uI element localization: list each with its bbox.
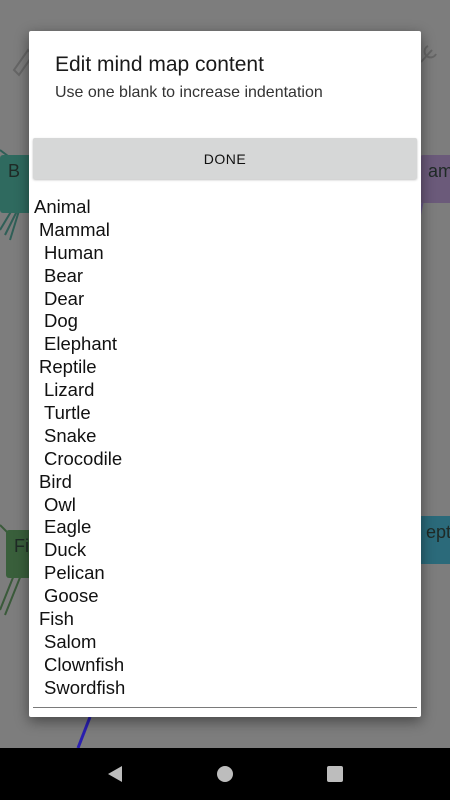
editor-line: Fish bbox=[39, 608, 74, 630]
editor-line: Bear bbox=[44, 264, 84, 286]
back-triangle-icon bbox=[108, 766, 122, 782]
recents-square-icon bbox=[327, 766, 343, 782]
editor-line: Bird bbox=[39, 470, 72, 492]
editor-line: Human bbox=[44, 241, 104, 263]
editor-line: Turtle bbox=[44, 402, 91, 424]
mind-map-node-mammal: amm bbox=[420, 155, 450, 203]
editor-line: Goose bbox=[44, 585, 99, 607]
editor-line: Pelican bbox=[44, 562, 105, 584]
mind-map-node-reptile: eptil bbox=[418, 516, 450, 564]
dialog-subtitle: Use one blank to increase indentation bbox=[55, 84, 323, 101]
editor-line: Clownfish bbox=[44, 653, 125, 675]
editor-line: Lizard bbox=[44, 379, 95, 401]
edit-content-dialog: Edit mind map content Use one blank to i… bbox=[29, 31, 421, 717]
editor-line: Dog bbox=[44, 310, 78, 332]
editor-line: Owl bbox=[44, 493, 76, 515]
navigation-bar bbox=[0, 748, 450, 800]
editor-line: Crocodile bbox=[44, 447, 123, 469]
dialog-title: Edit mind map content bbox=[55, 53, 264, 76]
editor-line: Swordfish bbox=[44, 676, 126, 698]
editor-line: Reptile bbox=[39, 356, 97, 378]
done-button[interactable]: DONE bbox=[33, 138, 417, 179]
back-button[interactable] bbox=[95, 754, 135, 794]
editor-line: Snake bbox=[44, 424, 97, 446]
editor-line: Mammal bbox=[39, 218, 110, 240]
editor-line: Salom bbox=[44, 630, 97, 652]
wrench-icon bbox=[420, 45, 437, 63]
editor-line: Animal bbox=[34, 196, 91, 217]
content-text-editor[interactable]: Animal Mammal Human Bear Dear Dog Elephant Rept… bbox=[33, 196, 417, 708]
recents-button[interactable] bbox=[315, 754, 355, 794]
home-button[interactable] bbox=[205, 754, 245, 794]
editor-line: Duck bbox=[44, 539, 87, 561]
editor-line: Elephant bbox=[44, 333, 118, 355]
editor-line: Eagle bbox=[44, 516, 92, 538]
editor-line: Dear bbox=[44, 287, 85, 309]
home-circle-icon bbox=[217, 766, 233, 782]
